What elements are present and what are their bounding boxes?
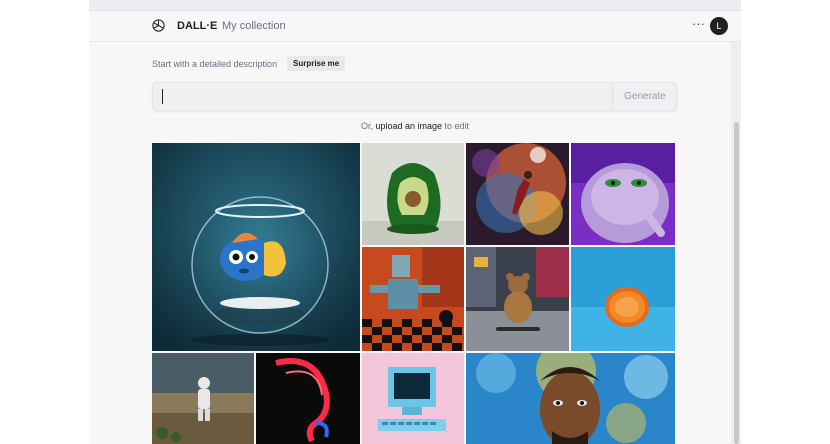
purple-monster-icon <box>571 143 675 245</box>
painted-portrait-icon <box>466 353 675 444</box>
surprise-me-button[interactable]: Surprise me <box>287 56 346 71</box>
gallery-image[interactable] <box>362 353 464 444</box>
prompt-label: Start with a detailed description <box>152 59 278 69</box>
astronaut-desert-icon <box>152 353 254 444</box>
avatar[interactable]: L <box>710 17 728 35</box>
gallery-image[interactable] <box>466 143 569 245</box>
generate-button[interactable]: Generate <box>614 83 676 110</box>
neon-face-icon <box>256 353 360 444</box>
upload-prefix: Or, <box>360 121 376 131</box>
upload-suffix: to edit <box>442 121 470 131</box>
gallery-image[interactable] <box>362 143 464 245</box>
orange-half-icon <box>571 247 675 351</box>
teddy-skateboard-icon <box>466 247 569 351</box>
gallery-image[interactable] <box>152 353 254 444</box>
goldfish-bowl-icon <box>152 143 360 351</box>
gallery-image[interactable] <box>466 247 569 351</box>
gallery-image[interactable] <box>362 247 464 351</box>
openai-logo-icon[interactable] <box>151 18 166 33</box>
prompt-input[interactable]: Generate <box>152 82 677 111</box>
gallery-image[interactable] <box>571 143 675 245</box>
top-nav: DALL·E My collection ··· L <box>89 11 741 42</box>
scrollbar-thumb[interactable] <box>734 122 739 444</box>
brand-link[interactable]: DALL·E <box>177 20 217 32</box>
divider <box>612 83 613 110</box>
space-basketball-icon <box>466 143 569 245</box>
gallery-image[interactable] <box>571 247 675 351</box>
dalle-app: DALL·E My collection ··· L Start with a … <box>89 0 741 444</box>
avocado-chair-icon <box>362 143 464 245</box>
robot-chess-icon <box>362 247 464 351</box>
more-menu-icon[interactable]: ··· <box>692 17 705 30</box>
my-collection-link[interactable]: My collection <box>222 20 286 32</box>
browser-strip <box>89 0 741 11</box>
upload-image-link[interactable]: upload an image <box>375 121 442 131</box>
upload-hint: Or, upload an image to edit <box>89 121 741 131</box>
text-caret <box>162 89 163 104</box>
gallery-image[interactable] <box>256 353 360 444</box>
gallery-image[interactable] <box>152 143 360 351</box>
retro-computer-icon <box>362 353 464 444</box>
gallery-image[interactable] <box>466 353 675 444</box>
